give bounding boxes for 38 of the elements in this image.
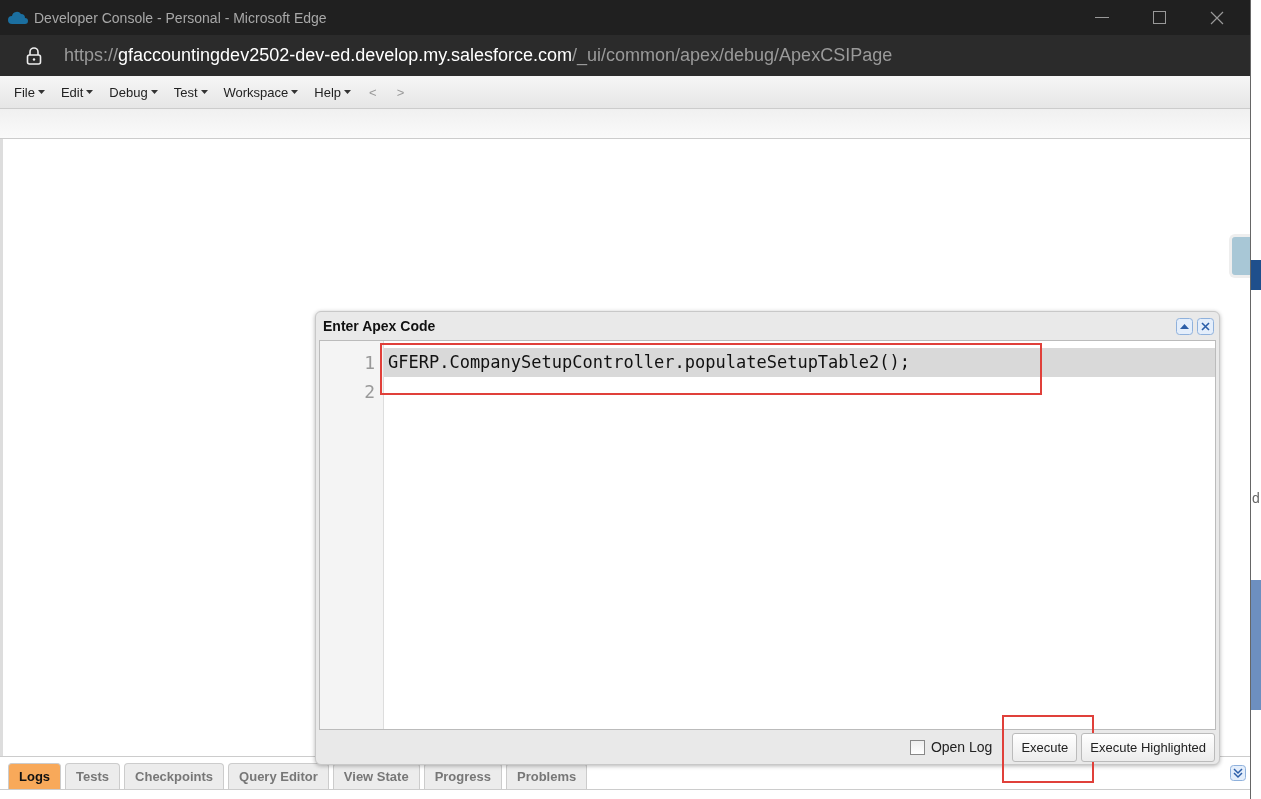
caret-icon bbox=[86, 90, 94, 94]
panel-tab[interactable]: Problems bbox=[506, 763, 588, 789]
open-log-checkbox[interactable]: Open Log bbox=[909, 739, 993, 755]
panel-tab[interactable]: Checkpoints bbox=[124, 763, 225, 789]
execute-button[interactable]: Execute bbox=[1012, 732, 1078, 762]
window-title: Developer Console - Personal - Microsoft Edge bbox=[34, 9, 327, 26]
maximize-icon[interactable] bbox=[1153, 11, 1166, 24]
background-text: d bbox=[1252, 490, 1260, 506]
menu-item[interactable]: Debug bbox=[103, 82, 164, 102]
execute-button[interactable]: Execute Highlighted bbox=[1081, 732, 1215, 762]
dialog-title: Enter Apex Code bbox=[323, 318, 436, 334]
panel-tab[interactable]: Tests bbox=[65, 763, 121, 789]
menu-item[interactable]: Test bbox=[167, 82, 214, 102]
close-icon[interactable] bbox=[1210, 10, 1224, 25]
caret-icon bbox=[150, 90, 158, 94]
code-editor[interactable]: 1 2 GFERP.CompanySetupController.populateSetupTable2(); bbox=[319, 340, 1216, 730]
menu-item[interactable]: Workspace bbox=[217, 82, 305, 102]
caret-icon bbox=[37, 90, 45, 94]
cloud-icon bbox=[8, 10, 28, 25]
panel-tab[interactable]: View State bbox=[332, 763, 420, 789]
menu-item[interactable]: Edit bbox=[54, 82, 100, 102]
close-icon[interactable] bbox=[1197, 317, 1214, 335]
collapse-handle[interactable] bbox=[1229, 234, 1250, 278]
caret-icon bbox=[200, 90, 208, 94]
menu-item[interactable]: Help bbox=[308, 82, 358, 102]
caret-icon bbox=[291, 90, 299, 94]
minimize-icon[interactable] bbox=[1095, 16, 1109, 19]
panel-tab[interactable]: Progress bbox=[423, 763, 502, 789]
line-number: 2 bbox=[364, 380, 375, 404]
menu-item[interactable]: File bbox=[8, 82, 51, 102]
url-text[interactable]: https://gfaccountingdev2502-dev-ed.develop.my.salesforce.com/_ui/common/apex/debug/ApexCSIPage bbox=[64, 45, 893, 66]
line-number: 1 bbox=[364, 351, 375, 375]
panel-tab[interactable]: Query Editor bbox=[228, 763, 329, 789]
collapse-up-icon[interactable] bbox=[1176, 317, 1193, 335]
expand-down-icon[interactable] bbox=[1230, 765, 1246, 781]
lock-icon bbox=[26, 46, 42, 65]
panel-tab[interactable]: Logs bbox=[8, 763, 62, 789]
caret-icon bbox=[344, 90, 352, 94]
